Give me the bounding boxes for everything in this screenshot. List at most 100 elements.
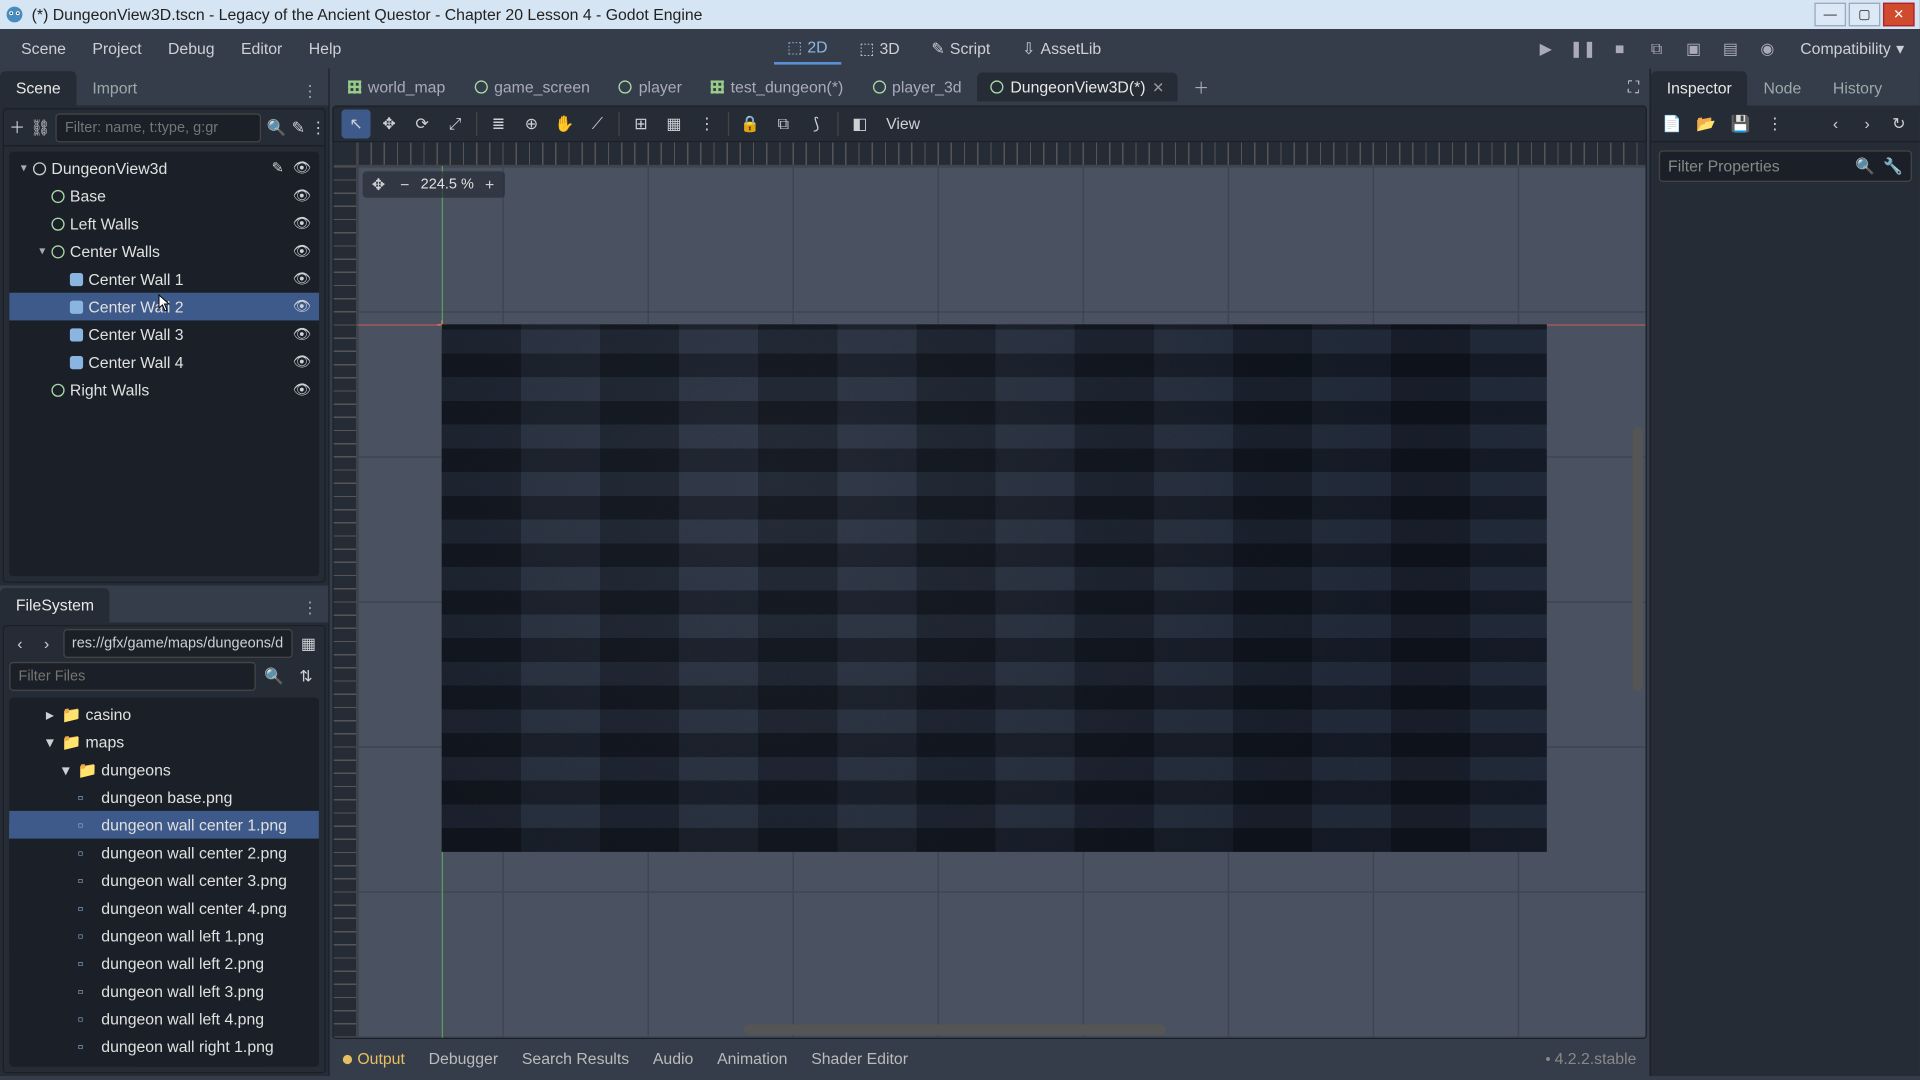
insp-save-icon[interactable]: 💾 xyxy=(1727,110,1753,136)
bottom-output[interactable]: Output xyxy=(343,1050,405,1068)
tree-node-base[interactable]: Base👁 xyxy=(9,182,319,210)
inspector-filter[interactable]: Filter Properties 🔍 🔧 xyxy=(1659,150,1912,182)
pause-button[interactable]: ❚❚ xyxy=(1571,37,1595,61)
stop-button[interactable]: ■ xyxy=(1608,37,1632,61)
visibility-icon[interactable]: 👁 xyxy=(293,326,314,343)
panel-options-icon[interactable]: ⋮ xyxy=(291,76,328,105)
scene-tab-test-dungeon-[interactable]: test_dungeon(*) xyxy=(698,73,857,102)
move-tool[interactable]: ✥ xyxy=(374,109,403,138)
list-select-tool[interactable]: ≣ xyxy=(484,109,513,138)
anchor-tool[interactable]: ◧ xyxy=(845,109,874,138)
bottom-search[interactable]: Search Results xyxy=(522,1050,629,1068)
edit-tool-button[interactable]: ✎ xyxy=(292,114,305,140)
zoom-in-button[interactable]: + xyxy=(479,174,500,195)
fs-fwd-button[interactable]: › xyxy=(36,630,57,656)
scene-tab-game-screen[interactable]: game_screen xyxy=(461,73,603,102)
zoom-value[interactable]: 224.5 % xyxy=(421,177,474,193)
v-scrollbar[interactable] xyxy=(1632,428,1643,692)
minimize-button[interactable]: — xyxy=(1814,3,1846,27)
bottom-audio[interactable]: Audio xyxy=(653,1050,693,1068)
fs-back-button[interactable]: ‹ xyxy=(9,630,30,656)
menu-help[interactable]: Help xyxy=(296,34,355,63)
zoom-center-button[interactable]: ✥ xyxy=(368,174,389,195)
search-icon[interactable]: 🔍 xyxy=(267,114,287,140)
tree-node-center-walls[interactable]: ▾Center Walls👁 xyxy=(9,237,319,265)
fs-item-dungeon-wall-right-2-png[interactable]: ▫dungeon wall right 2.png xyxy=(9,1060,319,1067)
tab-import[interactable]: Import xyxy=(77,71,153,105)
play-button[interactable]: ▶ xyxy=(1534,37,1558,61)
play-custom-button[interactable]: ▤ xyxy=(1719,37,1743,61)
fs-item-dungeons[interactable]: ▾📁dungeons xyxy=(9,756,319,784)
mode-assetlib[interactable]: ⇩AssetLib xyxy=(1009,33,1115,65)
fs-item-dungeon-wall-center-4-png[interactable]: ▫dungeon wall center 4.png xyxy=(9,894,319,922)
select-tool[interactable]: ↖ xyxy=(342,109,371,138)
menu-debug[interactable]: Debug xyxy=(155,34,228,63)
fs-item-dungeon-wall-center-3-png[interactable]: ▫dungeon wall center 3.png xyxy=(9,866,319,894)
mode-script[interactable]: ✎Script xyxy=(918,33,1003,65)
visibility-icon[interactable]: 👁 xyxy=(293,187,314,204)
visibility-icon[interactable]: 👁 xyxy=(293,298,314,315)
visibility-icon[interactable]: 👁 xyxy=(293,381,314,398)
fs-item-dungeon-base-png[interactable]: ▫dungeon base.png xyxy=(9,783,319,811)
tab-filesystem[interactable]: FileSystem xyxy=(0,588,110,622)
insp-nav-back[interactable]: ‹ xyxy=(1822,110,1848,136)
expander-icon[interactable]: ▾ xyxy=(33,244,51,259)
fs-panel-options-icon[interactable]: ⋮ xyxy=(291,593,328,622)
tab-scene[interactable]: Scene xyxy=(0,71,77,105)
menu-scene[interactable]: Scene xyxy=(8,34,79,63)
bottom-debugger[interactable]: Debugger xyxy=(429,1050,499,1068)
tree-node-center-wall-1[interactable]: Center Wall 1👁 xyxy=(9,265,319,293)
scale-tool[interactable]: ⤢ xyxy=(440,109,469,138)
remote-button[interactable]: ⧉ xyxy=(1645,37,1669,61)
mode-3d[interactable]: ⬚3D xyxy=(846,33,913,65)
insp-nav-history[interactable]: ↻ xyxy=(1886,110,1912,136)
expander-icon[interactable]: ▾ xyxy=(15,161,33,176)
visibility-icon[interactable]: 👁 xyxy=(293,160,314,177)
bottom-animation[interactable]: Animation xyxy=(717,1050,787,1068)
fs-item-dungeon-wall-left-3-png[interactable]: ▫dungeon wall left 3.png xyxy=(9,977,319,1005)
scene-more-icon[interactable]: ⋮ xyxy=(310,114,326,140)
menu-project[interactable]: Project xyxy=(79,34,155,63)
scene-filter-input[interactable] xyxy=(56,113,262,142)
insp-more-icon[interactable]: ⋮ xyxy=(1762,110,1788,136)
visibility-icon[interactable]: 👁 xyxy=(293,270,314,287)
fs-item-dungeon-wall-center-1-png[interactable]: ▫dungeon wall center 1.png xyxy=(9,811,319,839)
scene-tab-world-map[interactable]: world_map xyxy=(335,73,459,102)
fs-item-dungeon-wall-right-1-png[interactable]: ▫dungeon wall right 1.png xyxy=(9,1032,319,1060)
canvas[interactable] xyxy=(357,166,1645,1038)
tree-node-right-walls[interactable]: Right Walls👁 xyxy=(9,376,319,404)
visibility-icon[interactable]: 👁 xyxy=(293,353,314,370)
tree-node-dungeonview3d[interactable]: ▾DungeonView3d✎👁 xyxy=(9,154,319,182)
insp-nav-fwd[interactable]: › xyxy=(1854,110,1880,136)
snap-toggle[interactable]: ⊞ xyxy=(626,109,655,138)
zoom-out-button[interactable]: − xyxy=(394,174,415,195)
ruler-tool[interactable]: ⟋ xyxy=(583,109,612,138)
fs-item-dungeon-wall-left-4-png[interactable]: ▫dungeon wall left 4.png xyxy=(9,1005,319,1033)
menu-editor[interactable]: Editor xyxy=(228,34,296,63)
snap-options[interactable]: ⋮ xyxy=(692,109,721,138)
viewport[interactable]: ✥ − 224.5 % + xyxy=(332,142,1647,1039)
add-node-button[interactable]: ＋ xyxy=(9,114,25,140)
insp-filter-tool-icon[interactable]: 🔧 xyxy=(1883,157,1903,175)
maximize-button[interactable]: ▢ xyxy=(1849,3,1881,27)
bone-tool[interactable]: ⟆ xyxy=(802,109,831,138)
tree-node-center-wall-4[interactable]: Center Wall 4👁 xyxy=(9,348,319,376)
insp-open-icon[interactable]: 📄 xyxy=(1659,110,1685,136)
tree-node-left-walls[interactable]: Left Walls👁 xyxy=(9,210,319,238)
group-tool[interactable]: ⧉ xyxy=(769,109,798,138)
fs-item-dungeon-wall-left-1-png[interactable]: ▫dungeon wall left 1.png xyxy=(9,922,319,950)
add-scene-tab[interactable]: ＋ xyxy=(1180,71,1222,104)
fs-path[interactable]: res://gfx/game/maps/dungeons/d xyxy=(63,629,293,658)
tree-node-center-wall-3[interactable]: Center Wall 3👁 xyxy=(9,320,319,348)
fs-item-maps[interactable]: ▾📁maps xyxy=(9,728,319,756)
expander-icon[interactable]: ▸ xyxy=(46,705,62,723)
fs-item-dungeon-wall-center-2-png[interactable]: ▫dungeon wall center 2.png xyxy=(9,839,319,867)
tab-inspector[interactable]: Inspector xyxy=(1651,71,1748,105)
tab-close-icon[interactable]: ✕ xyxy=(1152,78,1164,95)
tree-node-center-wall-2[interactable]: Center Wall 2👁 xyxy=(9,293,319,321)
visibility-icon[interactable]: 👁 xyxy=(293,215,314,232)
scene-tab-dungeonview3d-[interactable]: DungeonView3D(*)✕ xyxy=(977,73,1177,102)
fs-tree[interactable]: ▸📁casino▾📁maps▾📁dungeons▫dungeon base.pn… xyxy=(9,698,319,1067)
scene-tab-player-3d[interactable]: player_3d xyxy=(859,73,975,102)
fs-search-icon[interactable]: 🔍 xyxy=(261,663,287,689)
